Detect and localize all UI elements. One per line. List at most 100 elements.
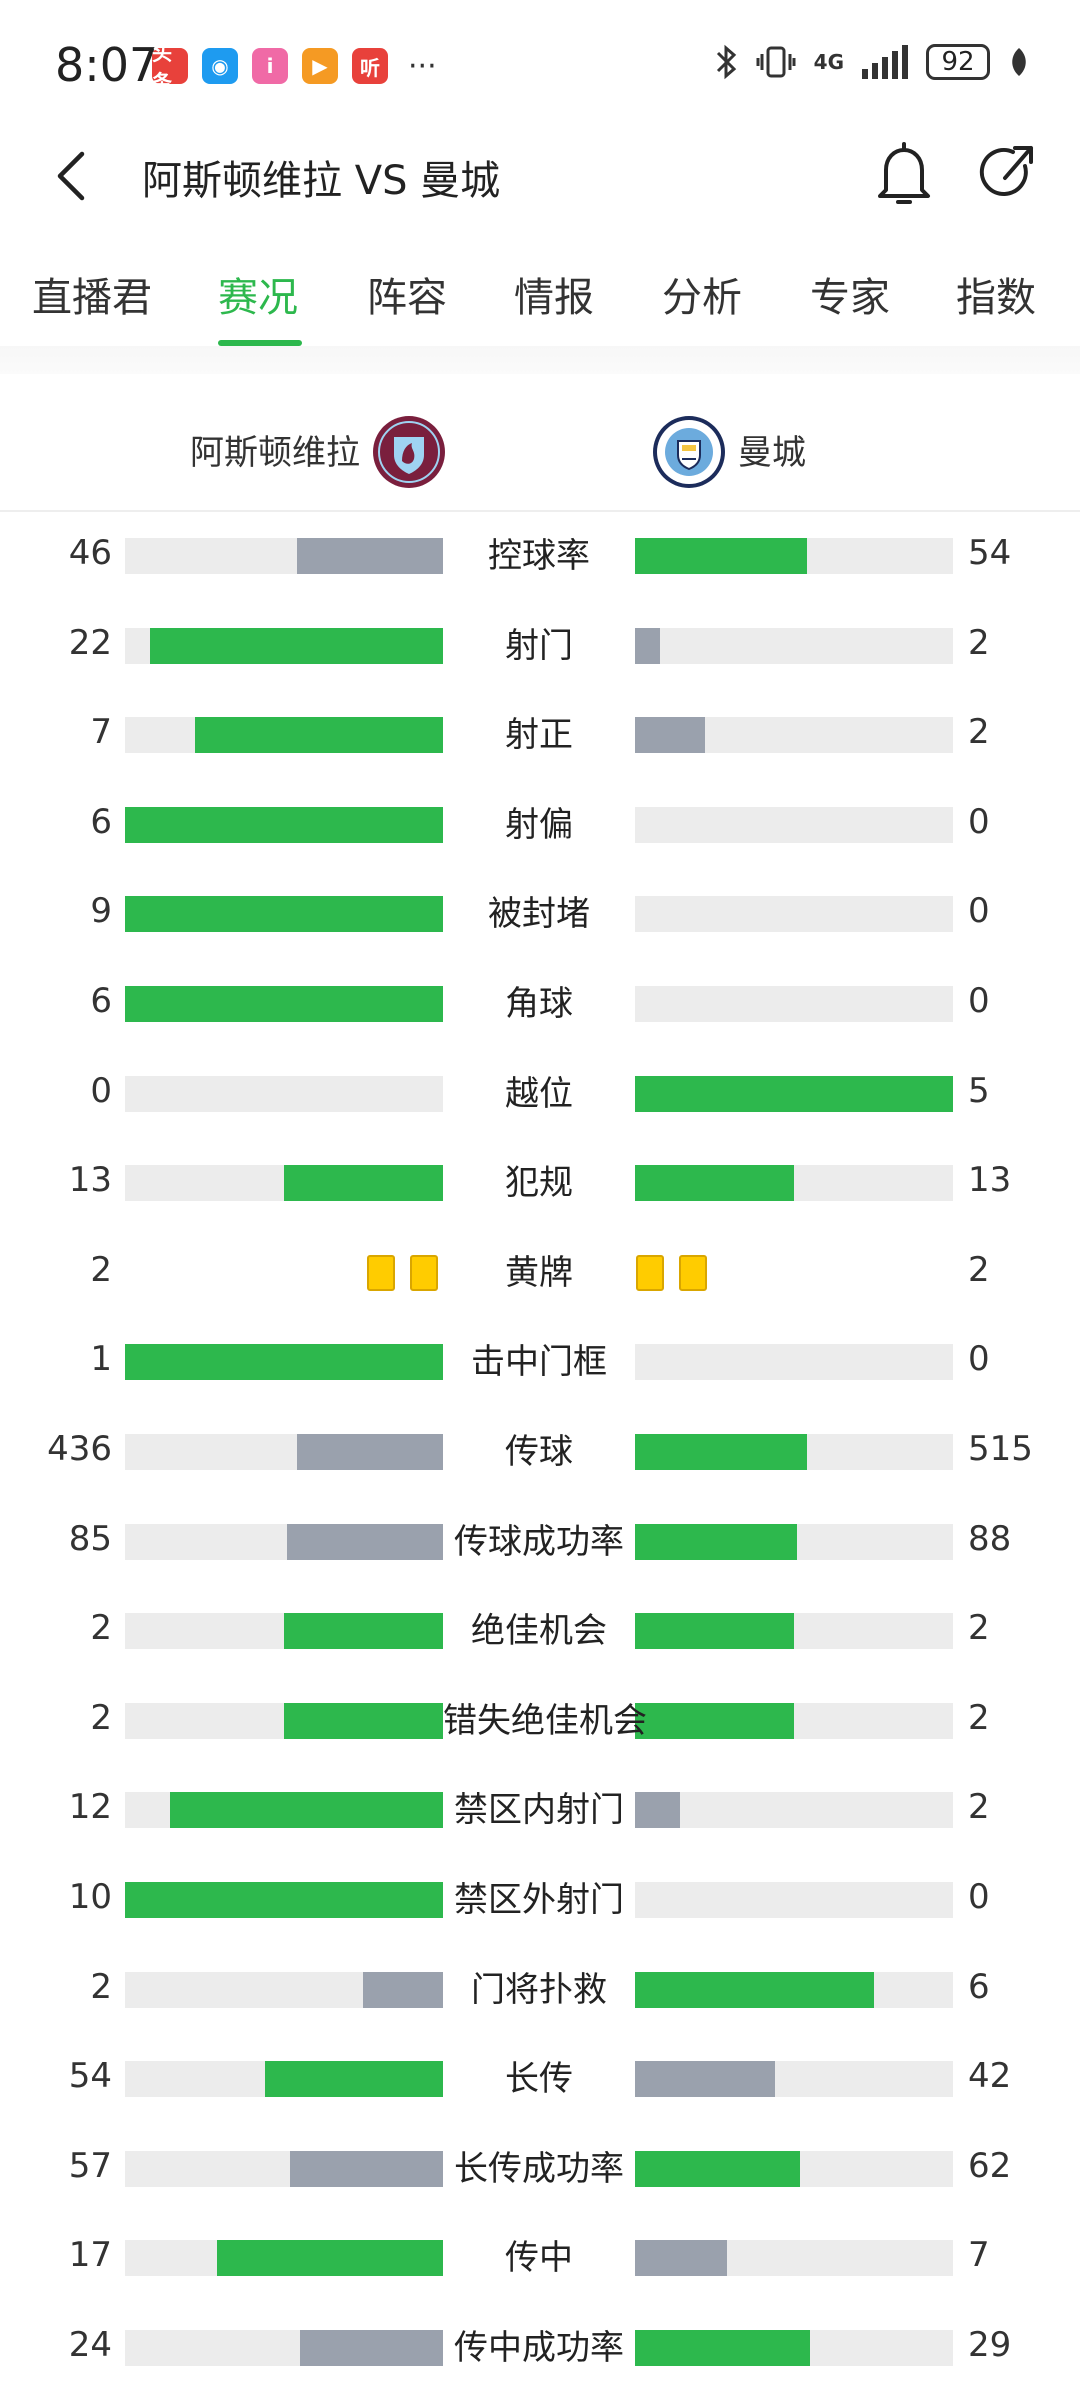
stat-row: 1 击中门框 0	[0, 1316, 1080, 1406]
away-stat-value: 0	[968, 891, 990, 932]
away-stat-bar-fill	[635, 2240, 727, 2277]
battery-level: 92	[941, 47, 975, 77]
home-stat-bar	[125, 1344, 443, 1381]
home-stat-bar	[125, 1971, 443, 2008]
home-stat-value: 0	[90, 1070, 112, 1111]
away-stat-bar-fill	[635, 2061, 775, 2098]
away-stat-bar-fill	[635, 717, 705, 754]
home-yellow-card-icon	[410, 1254, 438, 1291]
home-stat-value: 7	[90, 712, 112, 753]
away-stat-value: 2	[968, 1249, 990, 1290]
away-stat-value: 54	[968, 533, 1012, 573]
top-bar: 阿斯顿维拉 VS 曼城	[0, 130, 1080, 235]
tab-live[interactable]: 直播君	[32, 265, 152, 323]
tab-match-status[interactable]: 赛况	[218, 265, 298, 323]
home-stat-bar-fill	[125, 1344, 443, 1381]
away-stat-value: 88	[968, 1518, 1012, 1559]
home-stat-bar-fill	[297, 1433, 443, 1470]
bell-icon[interactable]	[872, 140, 936, 210]
bluetooth-icon	[716, 44, 736, 80]
away-stat-bar-fill	[635, 1165, 794, 1202]
home-stat-bar-fill	[284, 1702, 443, 1739]
away-team-name: 曼城	[738, 433, 806, 473]
home-stat-value: 13	[68, 1160, 112, 1201]
home-stat-bar-fill	[170, 1792, 443, 1829]
away-stat-bar	[635, 2240, 953, 2277]
signal-icon	[862, 45, 908, 79]
match-stats-list: 46 控球率 54 22 射门 2 7 射正 2 6 射偏 0 9 被封堵 0 6 角球 0 0 越位 5 13 犯规 13 2…	[0, 510, 1080, 2391]
stat-row: 2 黄牌 2	[0, 1227, 1080, 1317]
stat-label: 绝佳机会	[471, 1611, 607, 1652]
stat-label: 传中成功率	[454, 2327, 624, 2368]
home-stat-bar	[125, 1075, 443, 1112]
home-stat-value: 17	[68, 2235, 112, 2276]
stat-label: 传球成功率	[454, 1521, 624, 1562]
stat-row: 46 控球率 54	[0, 510, 1080, 600]
stat-label: 犯规	[505, 1163, 573, 1204]
away-stat-bar	[635, 1344, 953, 1381]
away-stat-bar	[635, 2329, 953, 2366]
home-stat-bar-fill	[363, 1971, 443, 2008]
home-stat-value: 9	[90, 891, 112, 932]
home-stat-bar	[125, 896, 443, 933]
away-stat-bar	[635, 1702, 953, 1739]
home-stat-bar-fill	[125, 985, 443, 1022]
away-stat-bar	[635, 896, 953, 933]
away-stat-value: 0	[968, 980, 990, 1021]
home-stat-bar	[125, 1702, 443, 1739]
tab-odds[interactable]: 指数	[956, 265, 1036, 323]
teams-header: 阿斯顿维拉 曼城	[0, 385, 1080, 512]
away-stat-value: 13	[968, 1160, 1012, 1201]
stat-row: 17 传中 7	[0, 2212, 1080, 2302]
browser-icon: ◉	[202, 48, 238, 84]
home-stat-bar	[125, 1433, 443, 1470]
stat-label: 射偏	[505, 804, 573, 845]
tab-bar: 直播君 赛况 阵容 情报 分析 专家 指数	[0, 255, 1080, 355]
home-stat-bar	[125, 985, 443, 1022]
away-stat-value: 0	[968, 1339, 990, 1380]
stat-row: 6 射偏 0	[0, 779, 1080, 869]
away-stat-bar	[635, 538, 953, 574]
home-stat-bar-fill	[284, 1613, 443, 1650]
away-stat-bar	[635, 1165, 953, 1202]
home-stat-value: 57	[68, 2145, 112, 2186]
away-stat-value: 5	[968, 1070, 990, 1111]
away-stat-bar-fill	[635, 1523, 797, 1560]
stat-label: 击中门框	[471, 1342, 607, 1383]
home-stat-bar	[125, 806, 443, 843]
tab-experts[interactable]: 专家	[810, 265, 890, 323]
away-stat-bar-fill	[635, 2329, 810, 2366]
vibrate-icon	[756, 46, 796, 78]
away-stat-bar	[635, 717, 953, 754]
share-icon[interactable]	[975, 140, 1039, 210]
away-stat-bar-fill	[635, 1971, 874, 2008]
away-stat-bar	[635, 1523, 953, 1560]
stat-label: 禁区外射门	[454, 1879, 624, 1920]
home-stat-bar	[125, 627, 443, 664]
tab-lineup[interactable]: 阵容	[367, 265, 447, 323]
home-stat-bar	[125, 1523, 443, 1560]
network-type: 4G	[813, 50, 844, 74]
section-divider	[0, 346, 1080, 374]
manchester-city-crest-icon	[653, 416, 725, 488]
more-notifications-icon: ···	[408, 48, 437, 84]
away-stat-bar	[635, 2150, 953, 2187]
home-stat-bar	[125, 1165, 443, 1202]
home-stat-value: 1	[90, 1339, 112, 1380]
home-stat-bar-fill	[287, 1523, 443, 1560]
stat-row: 24 传中成功率 29	[0, 2302, 1080, 2391]
tab-analysis[interactable]: 分析	[662, 265, 742, 323]
back-arrow-icon[interactable]	[44, 146, 104, 206]
stat-label: 控球率	[488, 536, 590, 576]
stat-row: 57 长传成功率 62	[0, 2123, 1080, 2213]
away-stat-bar	[635, 1881, 953, 1918]
stat-label: 长传成功率	[454, 2148, 624, 2189]
away-stat-value: 2	[968, 1697, 990, 1738]
tab-intel[interactable]: 情报	[514, 265, 594, 323]
home-stat-bar-fill	[125, 1881, 443, 1918]
home-stat-bar-fill	[125, 806, 443, 843]
home-stat-value: 6	[90, 980, 112, 1021]
home-stat-value: 10	[68, 1876, 112, 1917]
stat-row: 13 犯规 13	[0, 1137, 1080, 1227]
stat-label: 越位	[505, 1073, 573, 1114]
